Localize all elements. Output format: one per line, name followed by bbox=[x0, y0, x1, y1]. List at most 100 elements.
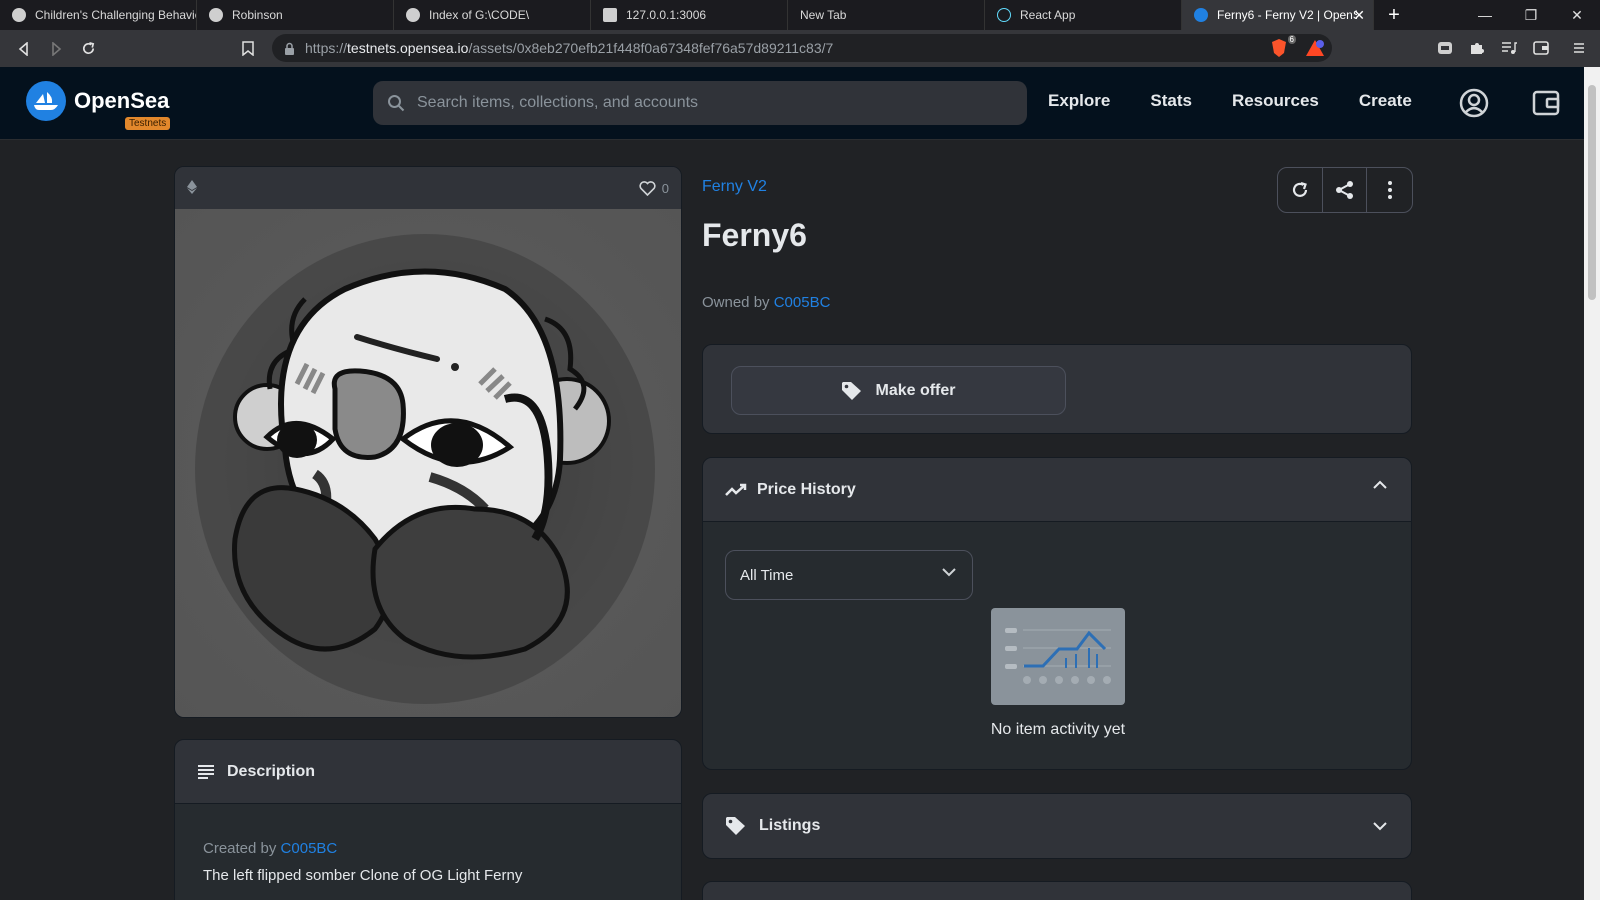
back-arrow-icon bbox=[18, 41, 28, 56]
brave-shields-icon[interactable]: 6 bbox=[1268, 35, 1296, 59]
browser-tab[interactable]: New Tab bbox=[788, 0, 985, 30]
sidebar-toggle-icon[interactable] bbox=[1434, 37, 1456, 59]
url-path: /assets/0x8eb270efb21f448f0a67348fef76a5… bbox=[468, 40, 834, 56]
tag-icon bbox=[842, 381, 862, 400]
new-tab-button[interactable]: + bbox=[1374, 0, 1414, 30]
browser-tab[interactable]: Robinson bbox=[197, 0, 394, 30]
close-window-button[interactable]: ✕ bbox=[1554, 0, 1600, 30]
media-queue-icon[interactable] bbox=[1498, 37, 1520, 59]
nav-create[interactable]: Create bbox=[1359, 91, 1412, 111]
tab-label: React App bbox=[1020, 8, 1076, 22]
share-icon bbox=[1335, 181, 1353, 199]
chevron-down-icon bbox=[942, 568, 956, 577]
description-title: Description bbox=[227, 762, 316, 780]
refresh-metadata-button[interactable] bbox=[1278, 168, 1323, 212]
search-bar bbox=[373, 81, 1027, 125]
menu-icon[interactable] bbox=[1568, 37, 1590, 59]
search-input[interactable] bbox=[417, 94, 997, 112]
browser-tab[interactable]: React App bbox=[985, 0, 1182, 30]
opensea-logo[interactable]: OpenSea bbox=[26, 81, 169, 121]
created-by-label: Created by bbox=[203, 840, 277, 857]
refresh-icon bbox=[1292, 181, 1307, 197]
chevron-down-icon[interactable] bbox=[1373, 822, 1387, 831]
chevron-up-icon[interactable] bbox=[1373, 480, 1387, 489]
page-scrollbar[interactable] bbox=[1584, 67, 1600, 900]
collection-link[interactable]: Ferny V2 bbox=[702, 178, 767, 196]
folder-icon bbox=[603, 8, 617, 22]
globe-icon bbox=[406, 8, 420, 22]
browser-tab-active[interactable]: Ferny6 - Ferny V2 | OpenSea✕ bbox=[1182, 0, 1374, 30]
tab-label: Children's Challenging Behavio bbox=[35, 8, 197, 22]
price-history-card: Price History All Time No item activity … bbox=[702, 457, 1412, 770]
creator-link[interactable]: C005BC bbox=[281, 840, 338, 857]
url-field[interactable]: https://testnets.opensea.io/assets/0x8eb… bbox=[272, 34, 1332, 62]
close-tab-icon[interactable]: ✕ bbox=[1353, 7, 1365, 24]
forward-button[interactable] bbox=[40, 33, 72, 65]
url-scheme: https:// bbox=[305, 40, 348, 56]
ethereum-icon bbox=[187, 179, 197, 197]
react-icon bbox=[997, 8, 1011, 22]
ferny-character-illustration bbox=[195, 234, 655, 704]
tag-icon bbox=[726, 817, 745, 835]
asset-image-card: 0 bbox=[174, 166, 682, 718]
offers-card-partial bbox=[702, 881, 1412, 900]
nav-stats[interactable]: Stats bbox=[1150, 91, 1192, 111]
url-host: testnets.opensea.io bbox=[347, 40, 469, 56]
testnets-badge: Testnets bbox=[125, 117, 171, 130]
owner-link[interactable]: C005BC bbox=[774, 294, 831, 311]
window-controls: — ❐ ✕ bbox=[1462, 0, 1600, 30]
reload-button[interactable] bbox=[72, 33, 104, 65]
main-nav: Explore Stats Resources Create bbox=[1048, 91, 1452, 111]
listings-title: Listings bbox=[759, 817, 821, 834]
make-offer-label: Make offer bbox=[875, 381, 956, 399]
globe-icon bbox=[12, 8, 26, 22]
empty-chart-illustration bbox=[991, 608, 1125, 705]
favorite-button[interactable]: 0 bbox=[639, 181, 669, 196]
description-header[interactable]: Description bbox=[175, 740, 681, 804]
browser-tab-bar: Children's Challenging Behavio Robinson … bbox=[0, 0, 1600, 30]
extensions-puzzle-icon[interactable] bbox=[1466, 37, 1488, 59]
image-card-header: 0 bbox=[175, 167, 681, 209]
opensea-navbar: OpenSea Testnets Explore Stats Resources… bbox=[0, 67, 1584, 139]
listings-card[interactable]: Listings bbox=[702, 793, 1412, 859]
scrollbar-thumb[interactable] bbox=[1588, 85, 1596, 300]
brave-rewards-icon[interactable] bbox=[1304, 37, 1326, 59]
time-range-select[interactable]: All Time bbox=[725, 550, 973, 600]
created-by-line: Created by C005BC bbox=[203, 840, 653, 857]
browser-tab[interactable]: 127.0.0.1:3006 bbox=[591, 0, 788, 30]
tab-label: Ferny6 - Ferny V2 | OpenSea bbox=[1217, 8, 1357, 22]
address-bar-row: https://testnets.opensea.io/assets/0x8eb… bbox=[0, 30, 1600, 67]
bookmark-button[interactable] bbox=[232, 33, 264, 65]
brand-name: OpenSea bbox=[74, 88, 170, 113]
brave-badge: 6 bbox=[1287, 35, 1296, 44]
opensea-ship-icon bbox=[26, 81, 66, 121]
tab-label: 127.0.0.1:3006 bbox=[626, 8, 707, 22]
browser-tab[interactable]: Index of G:\CODE\ bbox=[394, 0, 591, 30]
page-content: OpenSea Testnets Explore Stats Resources… bbox=[0, 67, 1584, 900]
minimize-button[interactable]: — bbox=[1462, 0, 1508, 30]
tab-label: New Tab bbox=[800, 8, 847, 22]
restore-button[interactable]: ❐ bbox=[1508, 0, 1554, 30]
browser-tab[interactable]: Children's Challenging Behavio bbox=[0, 0, 197, 30]
kebab-menu-icon bbox=[1387, 181, 1392, 199]
tab-label: Robinson bbox=[232, 8, 283, 22]
bookmark-icon bbox=[242, 41, 254, 56]
nav-resources[interactable]: Resources bbox=[1232, 91, 1319, 111]
asset-title: Ferny6 bbox=[702, 217, 807, 253]
more-options-button[interactable] bbox=[1367, 168, 1412, 212]
share-button[interactable] bbox=[1323, 168, 1368, 212]
nav-explore[interactable]: Explore bbox=[1048, 91, 1110, 111]
nft-artwork[interactable] bbox=[175, 209, 681, 717]
opensea-favicon-icon bbox=[1194, 8, 1208, 22]
wallet-icon[interactable] bbox=[1530, 37, 1552, 59]
make-offer-button[interactable]: Make offer bbox=[731, 366, 1066, 415]
account-icon[interactable] bbox=[1458, 87, 1490, 119]
description-card: Description Created by C005BC The left f… bbox=[174, 739, 682, 900]
lock-icon bbox=[285, 42, 294, 55]
reload-icon bbox=[82, 42, 94, 55]
back-button[interactable] bbox=[8, 33, 40, 65]
heart-icon bbox=[639, 180, 656, 196]
price-history-header[interactable]: Price History bbox=[703, 458, 1411, 522]
wallet-nav-icon[interactable] bbox=[1530, 87, 1562, 119]
description-text: The left flipped somber Clone of OG Ligh… bbox=[203, 867, 523, 884]
